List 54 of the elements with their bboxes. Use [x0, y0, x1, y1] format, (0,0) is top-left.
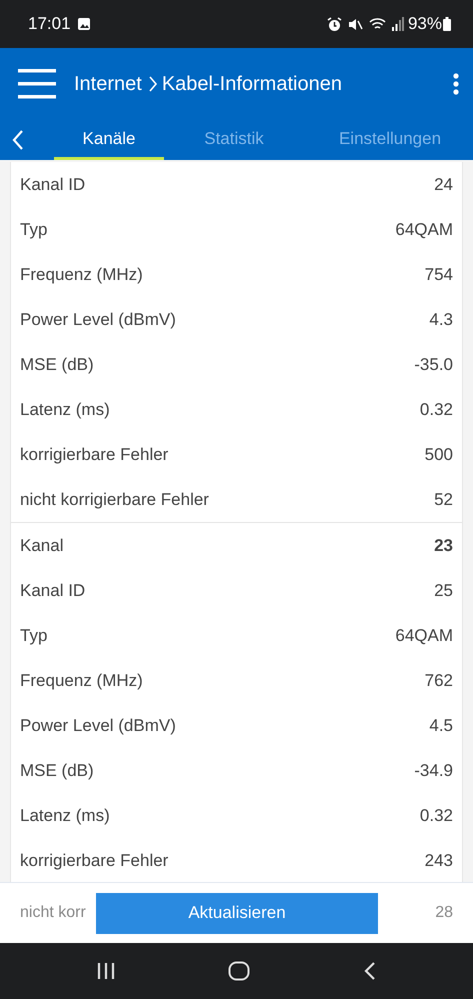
alarm-icon — [326, 16, 342, 32]
field-value: 754 — [424, 264, 453, 284]
field-label: Kanal — [20, 536, 64, 556]
field-label: Typ — [20, 220, 48, 240]
field-value: 25 — [434, 580, 453, 600]
field-value: 4.3 — [429, 310, 453, 330]
menu-icon[interactable] — [18, 69, 56, 99]
signal-icon — [392, 17, 404, 31]
clock: 17:01 — [28, 14, 71, 34]
field-value: 0.32 — [420, 806, 453, 826]
breadcrumb-item[interactable]: Internet — [74, 72, 142, 96]
field-label: Frequenz (MHz) — [20, 670, 143, 690]
breadcrumb-item: Kabel-Informationen — [162, 72, 342, 96]
refresh-button[interactable]: Aktualisieren — [96, 892, 378, 934]
mute-icon — [348, 16, 363, 32]
field-label: Kanal ID — [20, 174, 86, 194]
tab[interactable]: Statistik — [164, 120, 304, 160]
home-icon[interactable] — [228, 961, 250, 981]
battery-percent: 93% — [408, 14, 442, 34]
chevron-icon — [148, 75, 158, 93]
field-label: nicht korr — [20, 904, 87, 922]
field-value: 28 — [435, 904, 453, 922]
back-icon[interactable] — [12, 129, 24, 151]
field-value: 64QAM — [395, 220, 453, 240]
field-value: 4.5 — [429, 716, 453, 736]
field-value: 0.32 — [420, 400, 453, 420]
field-value: -35.0 — [414, 354, 453, 374]
field-label: Latenz (ms) — [20, 806, 110, 826]
wifi-icon — [368, 17, 386, 31]
field-label: MSE (dB) — [20, 354, 94, 374]
field-label: Typ — [20, 626, 48, 646]
field-value: 52 — [434, 490, 453, 510]
field-value: 762 — [424, 670, 453, 690]
back-icon[interactable] — [362, 961, 377, 981]
field-label: MSE (dB) — [20, 760, 94, 780]
field-label: Kanal ID — [20, 580, 86, 600]
field-label: Frequenz (MHz) — [20, 264, 143, 284]
recent-apps-icon[interactable] — [96, 962, 116, 980]
field-label: Power Level (dBmV) — [20, 716, 176, 736]
tab[interactable]: Einstellungen — [315, 120, 465, 160]
field-value: -34.9 — [414, 760, 453, 780]
field-label: korrigierbare Fehler — [20, 850, 168, 870]
field-value: 243 — [424, 850, 453, 870]
field-value: 64QAM — [395, 626, 453, 646]
field-value: 500 — [424, 444, 453, 464]
field-label: korrigierbare Fehler — [20, 444, 168, 464]
field-value: 24 — [434, 174, 453, 194]
field-label: nicht korrigierbare Fehler — [20, 490, 209, 510]
more-options-icon[interactable] — [453, 73, 459, 95]
field-label: Power Level (dBmV) — [20, 310, 176, 330]
field-value: 23 — [434, 536, 453, 556]
gallery-icon — [76, 17, 91, 31]
field-label: Latenz (ms) — [20, 400, 110, 420]
battery-icon — [443, 17, 451, 31]
